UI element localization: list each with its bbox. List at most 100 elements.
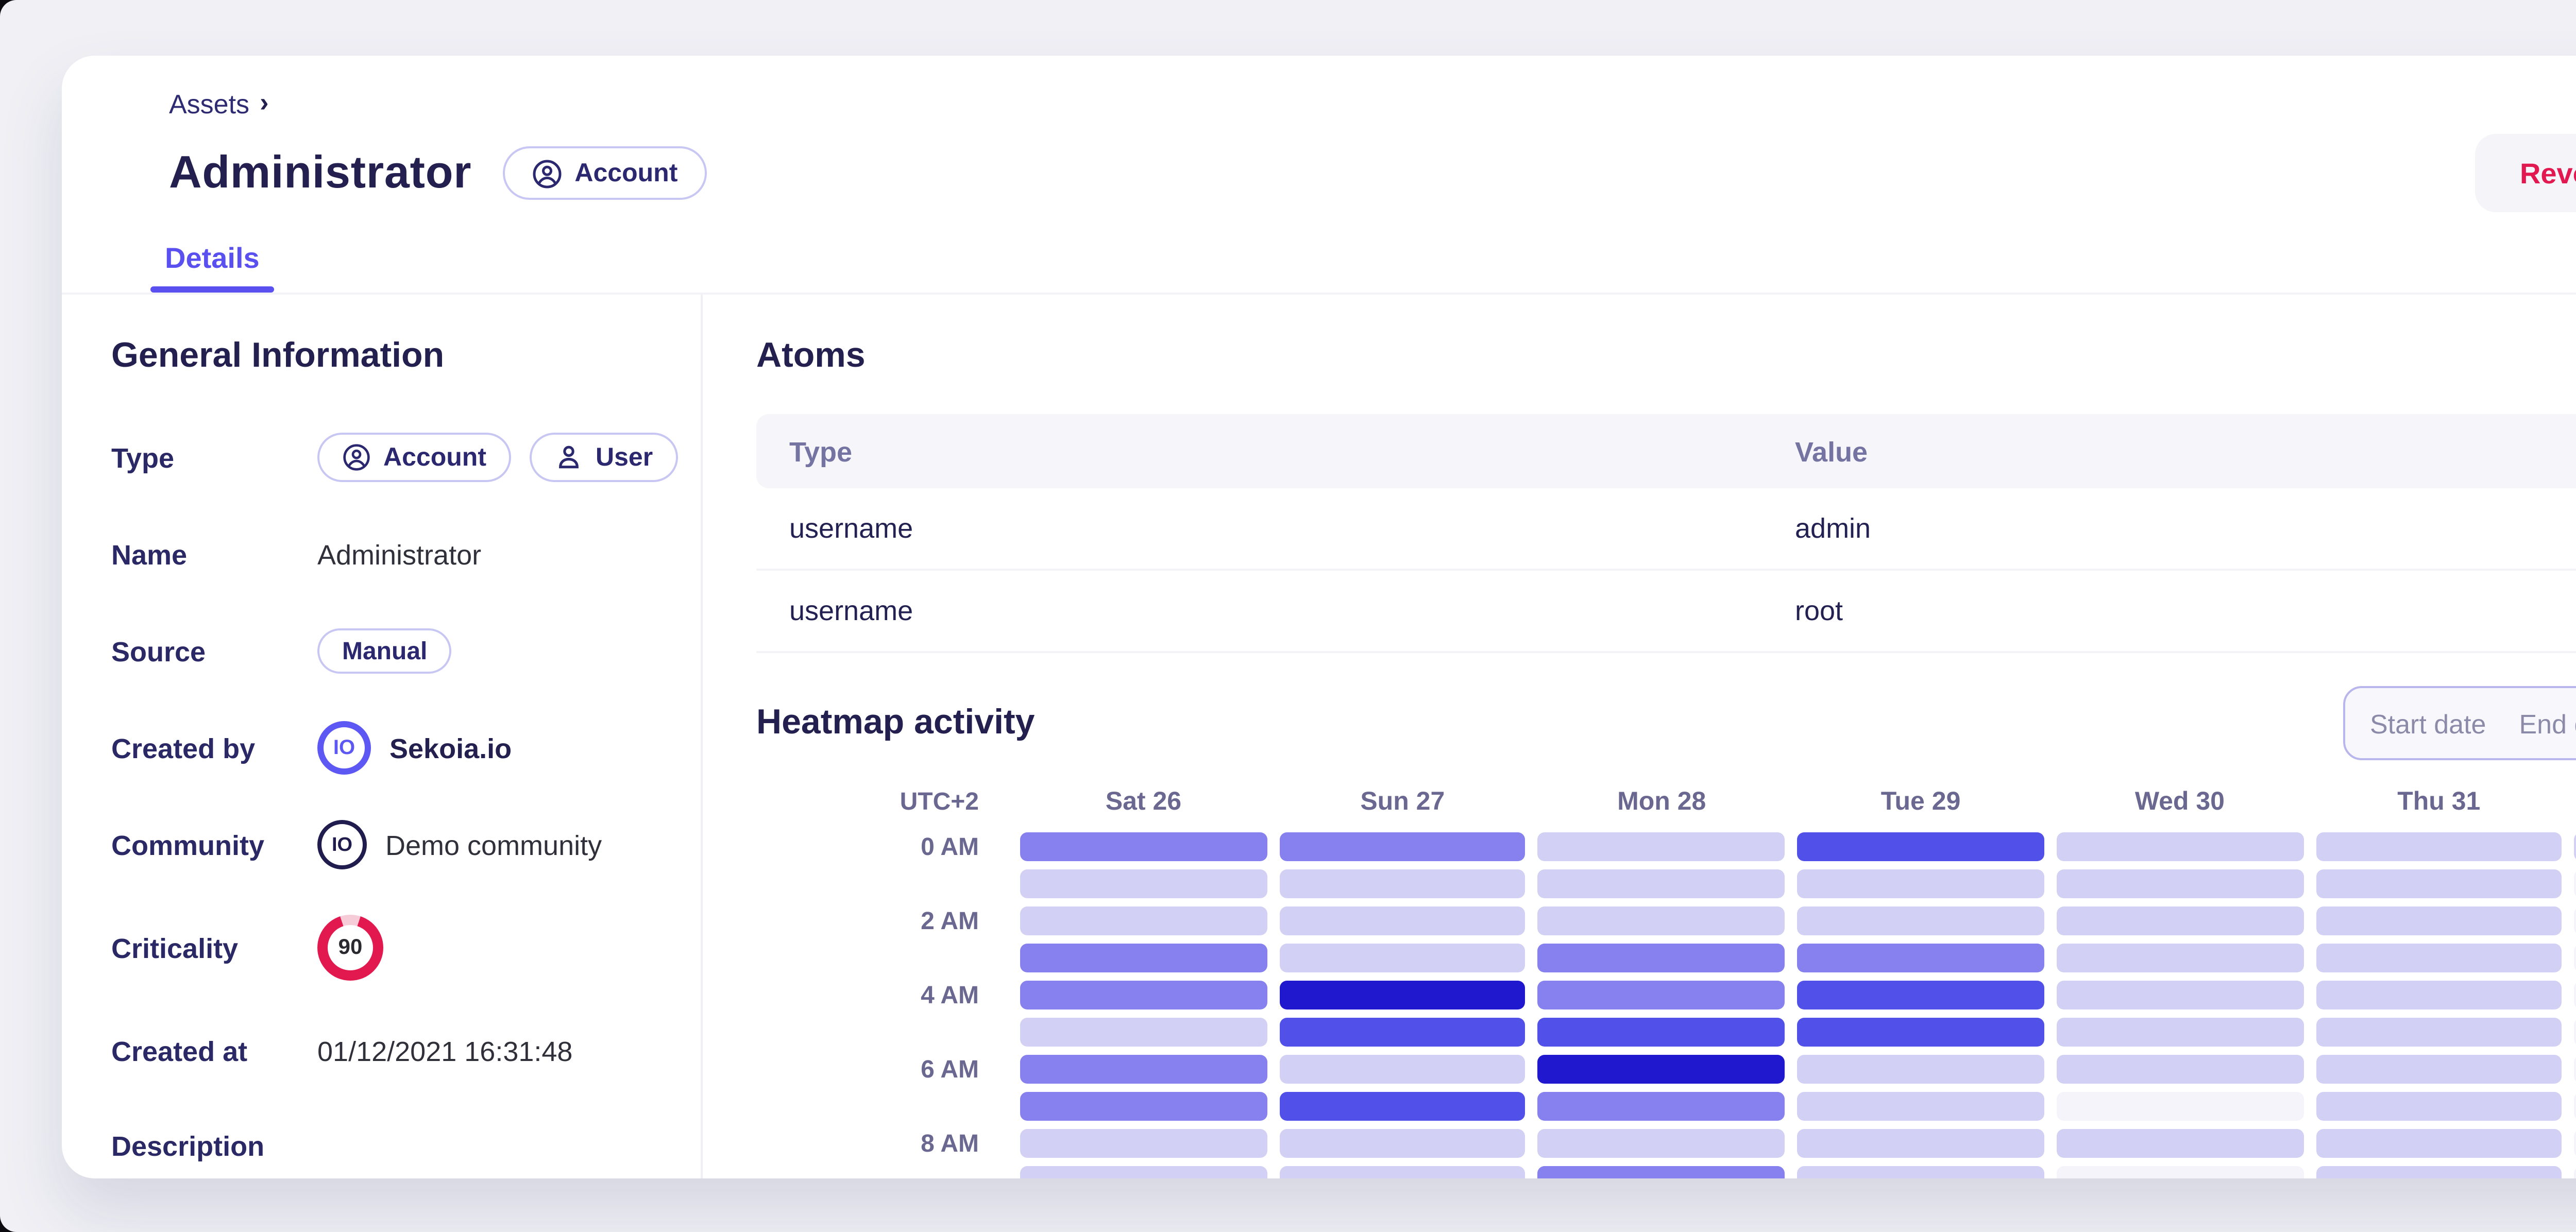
heatmap-cell (2057, 1129, 2303, 1158)
community-logo-icon: IO (317, 820, 367, 869)
heatmap-cell (1538, 1092, 1785, 1121)
created-by-label: Created by (111, 732, 317, 763)
heatmap-row: 4 AM (756, 981, 2576, 1009)
heatmap-cell (1538, 906, 1785, 935)
heatmap-heading: Heatmap activity (756, 703, 1035, 744)
heatmap-cell (1798, 832, 2044, 861)
heatmap-row: 6 AM (756, 1055, 2576, 1084)
revoke-button[interactable]: Revoke (2475, 134, 2576, 212)
heatmap-cell (1798, 1129, 2044, 1158)
heatmap-hour-label: 8 AM (756, 1129, 1020, 1158)
atom-value-cell: admin (1795, 513, 2576, 544)
heatmap-cell (1020, 1055, 1267, 1084)
heatmap-cell (2057, 944, 2303, 972)
heatmap-cell (1020, 981, 1267, 1009)
source-label: Source (111, 636, 317, 666)
heatmap-cell (1538, 944, 1785, 972)
start-date-input[interactable]: Start date (2370, 708, 2486, 739)
description-label: Description (111, 1131, 317, 1162)
type-label: Type (111, 442, 317, 473)
community-label: Community (111, 829, 317, 860)
heatmap-cell (2315, 906, 2562, 935)
heatmap-cell (2315, 981, 2562, 1009)
heatmap-day-label: Sun 27 (1279, 787, 1526, 816)
app-window: Assets › Administrator Account (0, 0, 2576, 1232)
user-icon (554, 443, 583, 472)
atoms-column-value: Value (1795, 436, 2576, 467)
heatmap-cell (1020, 906, 1267, 935)
heatmap-header: Heatmap activity Start date End date (756, 686, 2576, 760)
info-row-source: Source Manual (111, 624, 651, 678)
heatmap-cell (2057, 832, 2303, 861)
heatmap-cell (1279, 1055, 1526, 1084)
account-type-badge: Account (502, 146, 706, 200)
heatmap-cell (1798, 1055, 2044, 1084)
heatmap-row: 0 AM (756, 832, 2576, 861)
heatmap-day-label: Tue 29 (1798, 787, 2044, 816)
general-information-heading: General Information (111, 336, 651, 377)
name-label: Name (111, 539, 317, 570)
badge-label: Account (574, 159, 677, 187)
atoms-rows: usernameadmin usernameroot (756, 488, 2576, 653)
heatmap-day-label: Thu 31 (2315, 787, 2562, 816)
table-row: usernameroot (756, 571, 2576, 653)
heatmap-cell (2057, 1092, 2303, 1121)
heatmap-cell (2315, 1129, 2562, 1158)
heatmap-cell (1279, 869, 1526, 898)
badge-label: Account (383, 443, 486, 472)
heatmap-cell (2057, 869, 2303, 898)
heatmap-cell (2315, 1092, 2562, 1121)
tab-details[interactable]: Details (150, 241, 274, 293)
tab-details-label: Details (165, 241, 260, 274)
general-information-panel: General Information Type (62, 295, 703, 1178)
criticality-value: 90 (328, 925, 373, 970)
name-value: Administrator (317, 539, 481, 570)
heatmap-cell (1538, 1018, 1785, 1047)
tab-bar: Details (107, 241, 2576, 293)
type-badge-account: Account (317, 433, 511, 482)
heatmap-cell (1020, 832, 1267, 861)
heatmap-cell (1020, 1166, 1267, 1178)
heatmap-cell (1798, 1166, 2044, 1178)
heatmap-row (756, 1166, 2576, 1178)
date-range-picker[interactable]: Start date End date (2343, 686, 2576, 760)
heatmap-row: 8 AM (756, 1129, 2576, 1158)
heatmap-hour-label: 0 AM (756, 832, 1020, 861)
heatmap-row (756, 1018, 2576, 1047)
sekoia-logo-icon: IO (317, 721, 371, 775)
heatmap-hour-label: 4 AM (756, 981, 1020, 1009)
heatmap-cell (1279, 1166, 1526, 1178)
heatmap-cell (1279, 906, 1526, 935)
info-row-created-at: Created at 01/12/2021 16:31:48 (111, 1024, 651, 1077)
heatmap-cell (2057, 1018, 2303, 1047)
description-block: Description IT Administrator (111, 1131, 651, 1178)
tab-active-underline (150, 286, 274, 293)
created-at-label: Created at (111, 1035, 317, 1066)
heatmap-cell (2315, 1018, 2562, 1047)
heatmap-hour-label: 6 AM (756, 1055, 1020, 1084)
heatmap-cell (2315, 944, 2562, 972)
heatmap-cell (1538, 1129, 1785, 1158)
info-row-community: Community IO Demo community (111, 818, 651, 871)
heatmap-cell (2315, 1055, 2562, 1084)
heatmap-cell (1798, 944, 2044, 972)
info-row-criticality: Criticality 90 (111, 915, 651, 981)
breadcrumb-link-assets[interactable]: Assets (169, 89, 249, 119)
heatmap-cell (1020, 944, 1267, 972)
end-date-input[interactable]: End date (2519, 708, 2576, 739)
heatmap-cell (2315, 832, 2562, 861)
heatmap-cell (1538, 832, 1785, 861)
atom-type-cell: username (756, 513, 1795, 544)
heatmap-hour-label: 2 AM (756, 906, 1020, 935)
source-badge: Manual (317, 628, 452, 674)
breadcrumb: Assets › (169, 89, 2576, 119)
created-at-value: 01/12/2021 16:31:48 (317, 1035, 573, 1066)
atoms-table-header: Type Value (756, 414, 2576, 488)
account-circle-icon (531, 158, 562, 189)
heatmap-cell (1020, 1129, 1267, 1158)
heatmap-row (756, 869, 2576, 898)
right-panel: Atoms Type Value usernameadminusernamero… (703, 295, 2576, 1178)
heatmap-cell (1020, 869, 1267, 898)
heatmap-cell (1798, 981, 2044, 1009)
heatmap-cell (2057, 1166, 2303, 1178)
